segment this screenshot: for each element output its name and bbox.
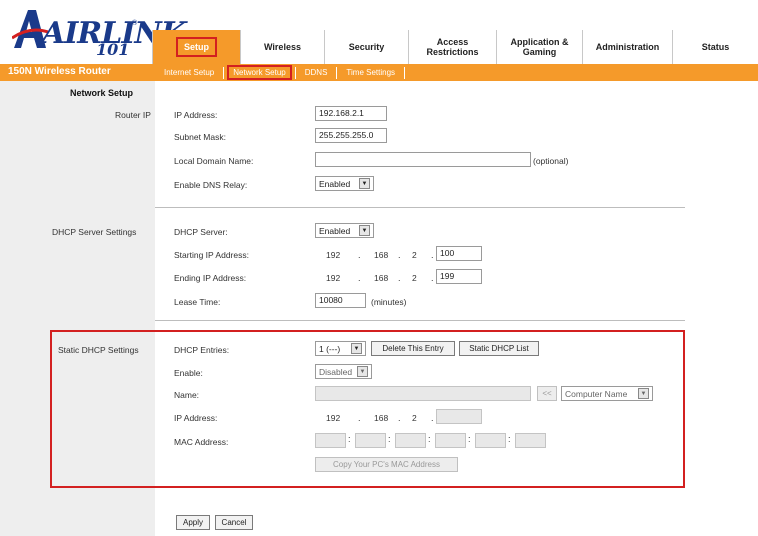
- start-octet-3: 2: [412, 250, 417, 260]
- tab-application-gaming[interactable]: Application & Gaming: [496, 30, 582, 64]
- local-domain-input[interactable]: [315, 152, 531, 167]
- chevron-down-icon: ▼: [638, 388, 649, 399]
- colon-separator: :: [388, 434, 391, 444]
- mac-address-label: MAC Address:: [174, 437, 229, 447]
- name-input[interactable]: [315, 386, 531, 401]
- computer-name-select[interactable]: Computer Name ▼: [561, 386, 653, 401]
- dhcp-server-select[interactable]: Enabled ▼: [315, 223, 374, 238]
- copy-computer-name-button[interactable]: <<: [537, 386, 557, 401]
- dns-relay-select[interactable]: Enabled ▼: [315, 176, 374, 191]
- dhcp-server-label: DHCP Server:: [174, 227, 228, 237]
- dot-separator: .: [398, 413, 401, 423]
- tab-administration[interactable]: Administration: [582, 30, 672, 64]
- subnav-ddns[interactable]: DDNS: [299, 68, 334, 77]
- enable-select[interactable]: Disabled ▼: [315, 364, 372, 379]
- colon-separator: :: [348, 434, 351, 444]
- section-divider: [155, 207, 685, 208]
- start-octet-2: 168: [374, 250, 389, 260]
- static-ip-label: IP Address:: [174, 413, 218, 423]
- dot-separator: .: [398, 250, 401, 260]
- static-ip-last-octet-input[interactable]: [436, 409, 482, 424]
- ending-ip-last-octet-input[interactable]: 199: [436, 269, 482, 284]
- optional-hint: (optional): [533, 156, 569, 166]
- static-octet-3: 2: [412, 413, 417, 423]
- static-dhcp-list-button[interactable]: Static DHCP List: [459, 341, 539, 356]
- subnav-network-setup[interactable]: Network Setup: [227, 65, 292, 80]
- dot-separator: .: [358, 413, 361, 423]
- copy-mac-button[interactable]: Copy Your PC's MAC Address: [315, 457, 458, 472]
- starting-ip-last-octet-input[interactable]: 100: [436, 246, 482, 261]
- start-octet-1: 192: [326, 250, 341, 260]
- end-octet-3: 2: [412, 273, 417, 283]
- colon-separator: :: [428, 434, 431, 444]
- ending-ip-label: Ending IP Address:: [174, 273, 247, 283]
- mac-octet-input-4[interactable]: [435, 433, 466, 448]
- lease-time-label: Lease Time:: [174, 297, 221, 307]
- dot-separator: .: [431, 273, 434, 283]
- main-tabs: Setup Wireless Security Access Restricti…: [152, 30, 758, 64]
- chevron-down-icon: ▼: [357, 366, 368, 377]
- ip-address-label: IP Address:: [174, 110, 218, 120]
- lease-time-input[interactable]: 10080: [315, 293, 366, 308]
- subnav-divider: [336, 66, 338, 79]
- tab-status[interactable]: Status: [672, 30, 758, 64]
- tab-security[interactable]: Security: [324, 30, 408, 64]
- subnav-internet-setup[interactable]: Internet Setup: [158, 68, 220, 77]
- end-octet-2: 168: [374, 273, 389, 283]
- name-label: Name:: [174, 390, 200, 400]
- chevron-down-icon: ▼: [359, 178, 370, 189]
- static-octet-2: 168: [374, 413, 389, 423]
- router-ip-section-label: Router IP: [115, 110, 151, 120]
- chevron-down-icon: ▼: [351, 343, 362, 354]
- colon-separator: :: [508, 434, 511, 444]
- end-octet-1: 192: [326, 273, 341, 283]
- logo-number: 101: [96, 40, 130, 59]
- colon-separator: :: [468, 434, 471, 444]
- section-divider: [155, 320, 685, 321]
- cancel-button[interactable]: Cancel: [215, 515, 253, 530]
- static-octet-1: 192: [326, 413, 341, 423]
- chevron-down-icon: ▼: [359, 225, 370, 236]
- subnav-divider: [404, 66, 406, 79]
- page-title: Network Setup: [70, 88, 134, 98]
- dns-relay-label: Enable DNS Relay:: [174, 180, 248, 190]
- subnav-divider: [294, 66, 296, 79]
- registered-mark: ®: [132, 20, 138, 27]
- dot-separator: .: [398, 273, 401, 283]
- tab-setup[interactable]: Setup: [152, 30, 240, 64]
- mac-octet-input-5[interactable]: [475, 433, 506, 448]
- mac-octet-input-6[interactable]: [515, 433, 546, 448]
- mac-octet-input-1[interactable]: [315, 433, 346, 448]
- static-dhcp-section-label: Static DHCP Settings: [58, 345, 139, 355]
- product-name: 150N Wireless Router: [8, 66, 111, 77]
- apply-button[interactable]: Apply: [176, 515, 210, 530]
- local-domain-label: Local Domain Name:: [174, 156, 254, 166]
- mac-octet-input-3[interactable]: [395, 433, 426, 448]
- router-ip-input[interactable]: 192.168.2.1: [315, 106, 387, 121]
- subnav: Internet Setup Network Setup DDNS Time S…: [158, 64, 408, 81]
- subnet-mask-label: Subnet Mask:: [174, 132, 226, 142]
- tab-wireless[interactable]: Wireless: [240, 30, 324, 64]
- starting-ip-label: Starting IP Address:: [174, 250, 249, 260]
- enable-label: Enable:: [174, 368, 203, 378]
- airlink-logo: AIRLINK ® 101: [12, 8, 187, 59]
- dot-separator: .: [358, 273, 361, 283]
- subnav-divider: [223, 66, 225, 79]
- dot-separator: .: [431, 413, 434, 423]
- lease-unit: (minutes): [371, 297, 407, 307]
- delete-entry-button[interactable]: Delete This Entry: [371, 341, 455, 356]
- mac-octet-input-2[interactable]: [355, 433, 386, 448]
- subnav-time-settings[interactable]: Time Settings: [340, 68, 401, 77]
- subnet-mask-input[interactable]: 255.255.255.0: [315, 128, 387, 143]
- dot-separator: .: [431, 250, 434, 260]
- dot-separator: .: [358, 250, 361, 260]
- dhcp-entries-select[interactable]: 1 (---) ▼: [315, 341, 366, 356]
- tab-access-restrictions[interactable]: Access Restrictions: [408, 30, 496, 64]
- dhcp-section-label: DHCP Server Settings: [52, 227, 137, 237]
- dhcp-entries-label: DHCP Entries:: [174, 345, 230, 355]
